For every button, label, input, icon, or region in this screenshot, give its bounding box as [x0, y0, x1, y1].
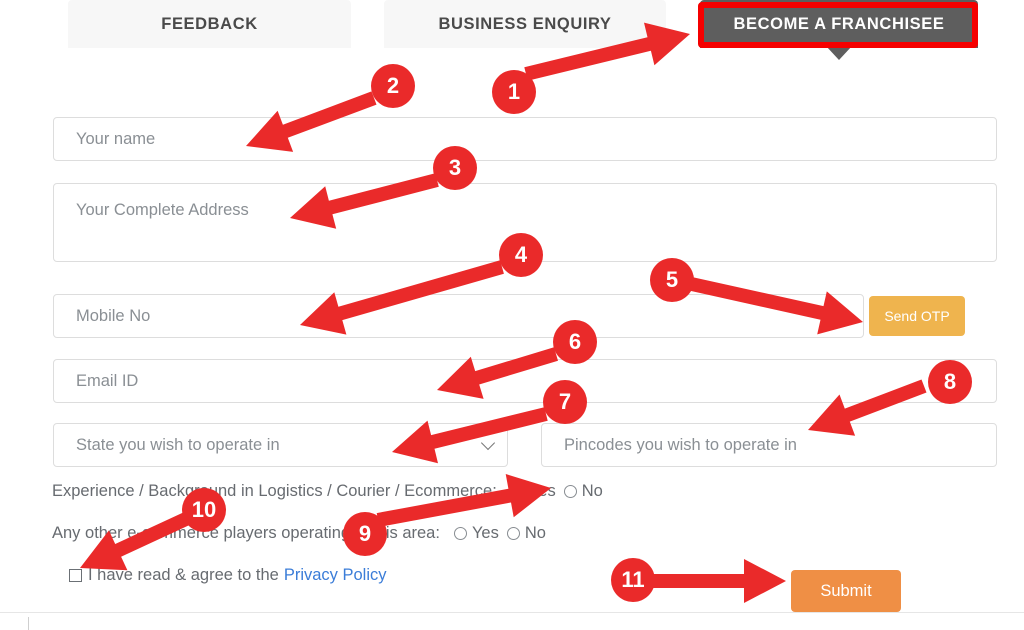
send-otp-button[interactable]: Send OTP [869, 296, 965, 336]
experience-question-row: Experience / Background in Logistics / C… [52, 482, 603, 501]
other-players-radio-group[interactable]: Yes No [446, 524, 546, 543]
state-select[interactable]: State you wish to operate in [53, 423, 508, 467]
franchisee-form: Your name Your Complete Address Mobile N… [0, 0, 1024, 630]
pincodes-field[interactable]: Pincodes you wish to operate in [541, 423, 997, 467]
bottom-scroll-tick [28, 617, 29, 630]
bottom-divider [0, 612, 1024, 613]
experience-question-label: Experience / Background in Logistics / C… [52, 482, 497, 500]
agreement-checkbox[interactable] [69, 569, 82, 582]
state-select-value: State you wish to operate in [76, 435, 280, 454]
name-field[interactable]: Your name [53, 117, 997, 161]
mobile-field[interactable]: Mobile No [53, 294, 864, 338]
other-players-radio-no-label: No [524, 524, 546, 542]
privacy-policy-link[interactable]: Privacy Policy [284, 566, 387, 585]
other-players-radio-no[interactable] [506, 527, 520, 540]
other-players-question-row: Any other e-commerce players operating i… [52, 524, 546, 543]
submit-button[interactable]: Submit [791, 570, 901, 612]
address-field-placeholder: Your Complete Address [76, 201, 249, 219]
email-field[interactable]: Email ID [53, 359, 997, 403]
franchisee-form-screenshot: FEEDBACK BUSINESS ENQUIRY BECOME A FRANC… [0, 0, 1024, 630]
email-field-placeholder: Email ID [76, 371, 139, 390]
address-field[interactable]: Your Complete Address [53, 183, 997, 262]
experience-radio-yes[interactable] [510, 485, 524, 498]
experience-radio-no[interactable] [563, 485, 577, 498]
experience-radio-group[interactable]: Yes No [503, 482, 603, 501]
experience-radio-no-label: No [581, 482, 603, 500]
other-players-radio-yes-label: Yes [471, 524, 499, 542]
agreement-label: I have read & agree to the [88, 566, 279, 584]
other-players-radio-yes[interactable] [453, 527, 467, 540]
experience-radio-yes-label: Yes [528, 482, 556, 500]
pincodes-field-placeholder: Pincodes you wish to operate in [564, 435, 797, 454]
name-field-placeholder: Your name [76, 129, 156, 148]
agreement-row: I have read & agree to the Privacy Polic… [69, 566, 387, 585]
other-players-question-label: Any other e-commerce players operating i… [52, 524, 440, 542]
chevron-down-icon [480, 435, 496, 451]
mobile-field-placeholder: Mobile No [76, 306, 151, 325]
